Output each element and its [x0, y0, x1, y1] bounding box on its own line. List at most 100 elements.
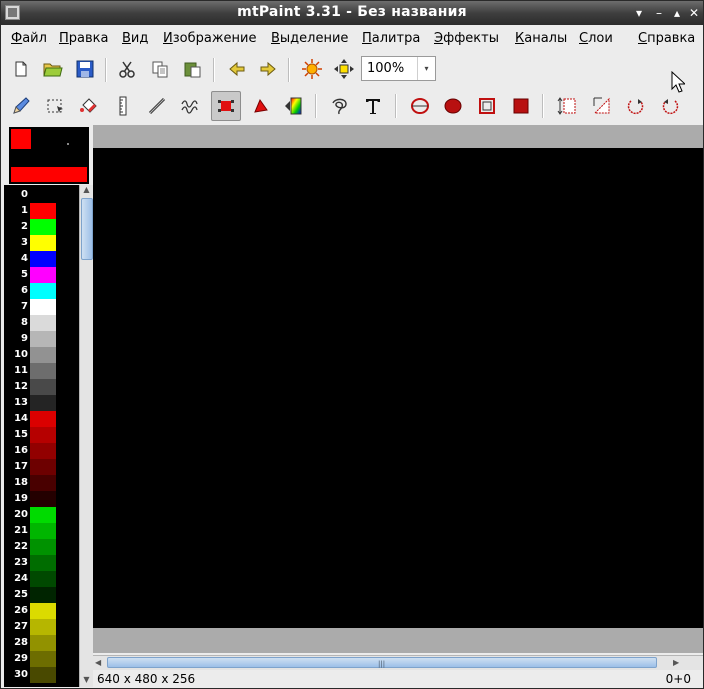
- scroll-left-icon[interactable]: ◀: [95, 656, 107, 669]
- menu-file[interactable]: Файл: [11, 31, 47, 46]
- palette-entry[interactable]: 21: [4, 523, 79, 539]
- gradient-icon[interactable]: [279, 92, 307, 120]
- palette-entry[interactable]: 5: [4, 267, 79, 283]
- palette-entry[interactable]: 3: [4, 235, 79, 251]
- palette-entry[interactable]: 11: [4, 363, 79, 379]
- palette-entry[interactable]: 1: [4, 203, 79, 219]
- close-button[interactable]: ✕: [685, 4, 703, 22]
- palette-color[interactable]: [30, 363, 56, 379]
- palette-color[interactable]: [30, 251, 56, 267]
- menu-channels[interactable]: Каналы: [515, 31, 567, 46]
- ellipse-fill-icon[interactable]: [439, 92, 467, 120]
- menu-palette[interactable]: Палитра: [362, 31, 420, 46]
- palette-color[interactable]: [30, 203, 56, 219]
- menu-help[interactable]: Справка: [638, 31, 695, 46]
- minimize-button[interactable]: –: [650, 4, 668, 22]
- rect-fill-icon[interactable]: [507, 92, 535, 120]
- palette-color[interactable]: [30, 539, 56, 555]
- menu-edit[interactable]: Правка: [59, 31, 108, 46]
- palette-color[interactable]: [30, 619, 56, 635]
- palette-entry[interactable]: 6: [4, 283, 79, 299]
- palette-entry[interactable]: 8: [4, 315, 79, 331]
- palette-entry[interactable]: 10: [4, 347, 79, 363]
- palette-entry[interactable]: 27: [4, 619, 79, 635]
- palette-color[interactable]: [30, 491, 56, 507]
- paste-icon[interactable]: [178, 55, 206, 83]
- redo-arrow-icon[interactable]: [254, 55, 282, 83]
- palette-color[interactable]: [30, 187, 56, 203]
- palette-color[interactable]: [30, 603, 56, 619]
- maximize-button[interactable]: ▴: [668, 4, 686, 22]
- palette-color[interactable]: [30, 379, 56, 395]
- palette-entry[interactable]: 24: [4, 571, 79, 587]
- palette-entry[interactable]: 18: [4, 475, 79, 491]
- palette-entry[interactable]: 28: [4, 635, 79, 651]
- palette-color[interactable]: [30, 235, 56, 251]
- fill-bucket-icon[interactable]: [75, 92, 103, 120]
- brightness-icon[interactable]: [298, 55, 326, 83]
- palette-color[interactable]: [30, 523, 56, 539]
- palette-entry[interactable]: 15: [4, 427, 79, 443]
- palette-color[interactable]: [30, 347, 56, 363]
- palette-entry[interactable]: 23: [4, 555, 79, 571]
- ruler-icon[interactable]: [109, 92, 137, 120]
- cut-icon[interactable]: [113, 55, 141, 83]
- palette-entry[interactable]: 20: [4, 507, 79, 523]
- paint-brush-icon[interactable]: [247, 92, 275, 120]
- rect-outline-icon[interactable]: [473, 92, 501, 120]
- palette-color[interactable]: [30, 459, 56, 475]
- clone-icon[interactable]: [211, 91, 241, 121]
- title-bar[interactable]: mtPaint 3.31 - Без названия ▾ – ▴ ✕: [1, 1, 703, 25]
- undo-arrow-icon[interactable]: [223, 55, 251, 83]
- hscroll-thumb[interactable]: |||: [107, 657, 657, 668]
- menu-layers[interactable]: Слои: [579, 31, 613, 46]
- palette-entry[interactable]: 29: [4, 651, 79, 667]
- palette-entry[interactable]: 25: [4, 587, 79, 603]
- palette-color[interactable]: [30, 331, 56, 347]
- palette-entry[interactable]: 13: [4, 395, 79, 411]
- scroll-right-icon[interactable]: ▶: [673, 656, 685, 669]
- select-rect-icon[interactable]: [41, 92, 69, 120]
- palette-entry[interactable]: 14: [4, 411, 79, 427]
- ellipse-outline-icon[interactable]: [406, 92, 434, 120]
- menu-view[interactable]: Вид: [122, 31, 148, 46]
- pan-icon[interactable]: [330, 55, 358, 83]
- save-icon[interactable]: [71, 55, 99, 83]
- palette-color[interactable]: [30, 635, 56, 651]
- palette-entry[interactable]: 2: [4, 219, 79, 235]
- palette-list[interactable]: 0 1 2 3 4 5 6 7 8 9 10 11 12 13 14 15 16 17 18 19 20 21 22 23 24…: [4, 185, 79, 687]
- text-icon[interactable]: [359, 92, 387, 120]
- palette-color[interactable]: [30, 507, 56, 523]
- palette-color[interactable]: [30, 555, 56, 571]
- palette-scrollbar[interactable]: ▲ ▼: [79, 185, 93, 687]
- palette-entry[interactable]: 9: [4, 331, 79, 347]
- menu-effects[interactable]: Эффекты: [434, 31, 499, 46]
- lasso-icon[interactable]: [325, 92, 353, 120]
- flip-horizontal-icon[interactable]: [589, 92, 617, 120]
- palette-entry[interactable]: 0: [4, 187, 79, 203]
- canvas-hscrollbar[interactable]: ◀ ||| ▶: [93, 655, 703, 670]
- palette-color[interactable]: [30, 299, 56, 315]
- palette-color[interactable]: [30, 411, 56, 427]
- palette-color[interactable]: [30, 443, 56, 459]
- palette-entry[interactable]: 17: [4, 459, 79, 475]
- pattern-preview[interactable]: [11, 167, 87, 182]
- scroll-down-icon[interactable]: ▼: [80, 675, 93, 687]
- palette-entry[interactable]: 7: [4, 299, 79, 315]
- palette-color[interactable]: [30, 571, 56, 587]
- palette-color[interactable]: [30, 315, 56, 331]
- canvas-area[interactable]: [93, 125, 703, 653]
- rotate-cw-icon[interactable]: [622, 92, 650, 120]
- palette-scroll-thumb[interactable]: [81, 198, 93, 260]
- menu-arrow-button[interactable]: ▾: [630, 4, 648, 22]
- palette-color[interactable]: [30, 667, 56, 683]
- palette-color[interactable]: [30, 651, 56, 667]
- foreground-color[interactable]: [11, 129, 31, 149]
- zoom-combobox[interactable]: 100% ▾: [361, 56, 436, 81]
- palette-entry[interactable]: 22: [4, 539, 79, 555]
- menu-selection[interactable]: Выделение: [271, 31, 348, 46]
- open-file-icon[interactable]: [39, 55, 67, 83]
- palette-entry[interactable]: 30: [4, 667, 79, 683]
- palette-color[interactable]: [30, 283, 56, 299]
- copy-icon[interactable]: [146, 55, 174, 83]
